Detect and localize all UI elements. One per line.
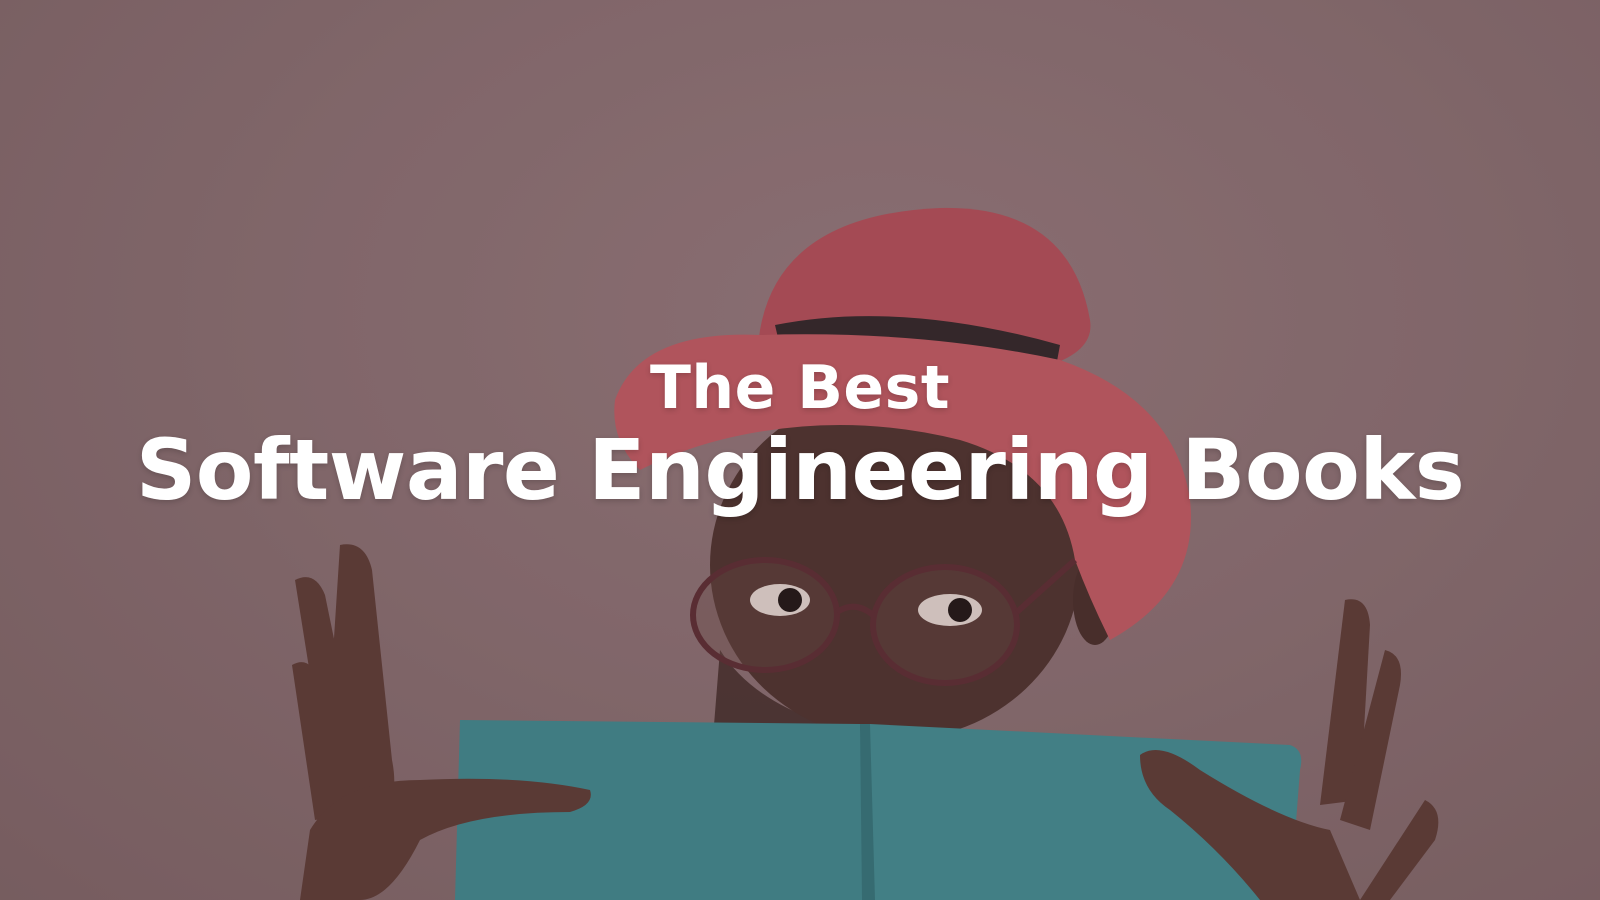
hero-banner: The Best Software Engineering Books [0, 0, 1600, 900]
headline-title: Software Engineering Books [135, 421, 1465, 519]
headline: The Best Software Engineering Books [0, 352, 1600, 520]
headline-kicker: The Best [649, 353, 951, 423]
